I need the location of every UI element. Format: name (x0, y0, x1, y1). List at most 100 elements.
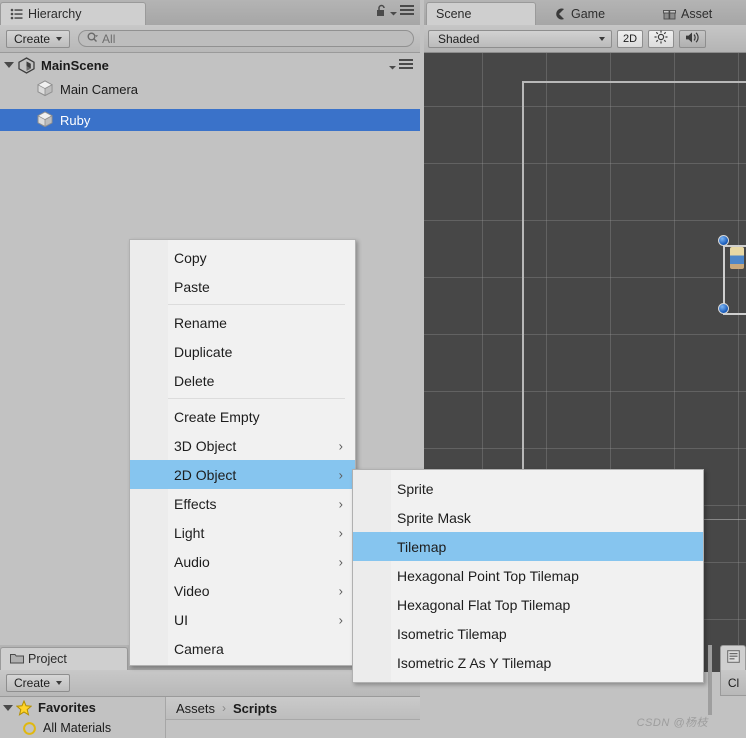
breadcrumb-scripts[interactable]: Scripts (233, 701, 277, 716)
menu-item-label: 2D Object (174, 467, 236, 483)
submenu-item-label: Tilemap (397, 539, 446, 555)
sun-icon (654, 30, 668, 47)
submenu-item-sprite-mask[interactable]: Sprite Mask (353, 503, 703, 532)
chevron-right-icon: › (339, 468, 343, 481)
menu-item-paste[interactable]: Paste (130, 272, 355, 301)
hierarchy-search-input[interactable]: All (78, 30, 414, 47)
scene-audio-toggle[interactable] (679, 30, 706, 48)
submenu-item-isometric-z-as-y-tilemap[interactable]: Isometric Z As Y Tilemap (353, 648, 703, 677)
inspector-icon (727, 650, 740, 666)
expand-triangle-icon[interactable] (3, 705, 13, 711)
menu-item-label: Effects (174, 496, 217, 512)
menu-item-3d-object[interactable]: 3D Object › (130, 431, 355, 460)
menu-item-duplicate[interactable]: Duplicate (130, 337, 355, 366)
scene-tabbar: Scene Game Asset (424, 0, 746, 26)
tab-game-label: Game (571, 7, 605, 21)
hierarchy-create-button[interactable]: Create (6, 30, 70, 48)
submenu-item-sprite[interactable]: Sprite (353, 474, 703, 503)
project-favorites-label: Favorites (38, 700, 96, 715)
right-dock-stub-label: Cl (728, 676, 739, 690)
tab-asset-store[interactable]: Asset (654, 2, 724, 25)
menu-item-ui[interactable]: UI › (130, 605, 355, 634)
right-dock-stub-label-wrap[interactable]: Cl (720, 670, 746, 696)
folder-icon (10, 653, 23, 665)
project-all-materials-row[interactable]: All Materials (0, 718, 165, 738)
hierarchy-scene-name: MainScene (41, 58, 109, 73)
draw-mode-dropdown[interactable]: Shaded (428, 30, 612, 48)
menu-item-rename[interactable]: Rename (130, 308, 355, 337)
menu-item-light[interactable]: Light › (130, 518, 355, 547)
menu-item-label: UI (174, 612, 188, 628)
chevron-down-icon[interactable] (390, 5, 397, 19)
hierarchy-context-menu[interactable]: Copy Paste Rename Duplicate Delete Creat… (129, 239, 356, 666)
selection-outline-horizontal-bottom (723, 313, 746, 315)
selection-handle-top[interactable] (718, 235, 729, 246)
submenu-item-hexagonal-point-top-tilemap[interactable]: Hexagonal Point Top Tilemap (353, 561, 703, 590)
hierarchy-item-main-camera[interactable]: Main Camera (0, 78, 420, 100)
hierarchy-item-label: Main Camera (60, 82, 138, 97)
selection-handle-bottom[interactable] (718, 303, 729, 314)
toggle-2d-button[interactable]: 2D (617, 30, 643, 48)
submenu-item-label: Sprite (397, 481, 434, 497)
menu-item-copy[interactable]: Copy (130, 243, 355, 272)
hierarchy-create-label: Create (14, 32, 50, 46)
tab-inspector-stub[interactable] (720, 645, 746, 670)
ruby-sprite-preview (730, 247, 744, 269)
asset-store-icon (663, 8, 676, 20)
lock-open-icon[interactable] (376, 4, 387, 20)
gameobject-cube-icon (36, 110, 54, 131)
draw-mode-label: Shaded (438, 32, 479, 46)
submenu-item-isometric-tilemap[interactable]: Isometric Tilemap (353, 619, 703, 648)
hierarchy-search-placeholder: All (102, 32, 115, 46)
menu-item-effects[interactable]: Effects › (130, 489, 355, 518)
submenu-item-label: Sprite Mask (397, 510, 471, 526)
unity-scene-icon (18, 57, 35, 74)
scene-root-controls (389, 59, 413, 73)
star-icon (16, 700, 32, 716)
menu-item-label: 3D Object (174, 438, 236, 454)
tab-scene[interactable]: Scene (426, 2, 536, 25)
hierarchy-item-ruby[interactable]: Ruby (0, 109, 420, 131)
submenu-item-label: Isometric Tilemap (397, 626, 507, 642)
right-dock-stub: Cl (714, 645, 746, 738)
menu-item-video[interactable]: Video › (130, 576, 355, 605)
menu-item-camera[interactable]: Camera (130, 634, 355, 663)
submenu-item-tilemap[interactable]: Tilemap (353, 532, 703, 561)
scene-lighting-toggle[interactable] (648, 30, 674, 48)
menu-item-label: Duplicate (174, 344, 232, 360)
hierarchy-toolbar: Create All (0, 25, 420, 53)
menu-item-label: Video (174, 583, 210, 599)
chevron-down-icon[interactable] (389, 59, 396, 73)
caret-down-icon (56, 681, 62, 685)
chevron-right-icon: › (339, 555, 343, 568)
project-create-label: Create (14, 676, 50, 690)
panel-divider[interactable] (708, 645, 712, 715)
menu-item-label: Light (174, 525, 204, 541)
tab-project[interactable]: Project (0, 647, 128, 670)
toggle-2d-label: 2D (623, 33, 637, 45)
menu-separator (168, 304, 345, 305)
expand-triangle-icon[interactable] (4, 62, 14, 68)
project-create-button[interactable]: Create (6, 674, 70, 692)
tab-project-label: Project (28, 652, 67, 666)
menu-item-create-empty[interactable]: Create Empty (130, 402, 355, 431)
tab-hierarchy[interactable]: Hierarchy (0, 2, 146, 25)
menu-item-label: Camera (174, 641, 224, 657)
breadcrumb-assets[interactable]: Assets (176, 701, 215, 716)
menu-item-2d-object[interactable]: 2D Object › (130, 460, 355, 489)
hierarchy-item-label: Ruby (60, 113, 90, 128)
2d-object-submenu[interactable]: Sprite Sprite Mask Tilemap Hexagonal Poi… (352, 469, 704, 683)
submenu-item-hexagonal-flat-top-tilemap[interactable]: Hexagonal Flat Top Tilemap (353, 590, 703, 619)
hamburger-menu-icon[interactable] (400, 5, 414, 19)
hierarchy-header-controls (376, 4, 414, 20)
hamburger-menu-icon[interactable] (399, 59, 413, 73)
project-content-area: Assets › Scripts (166, 697, 420, 738)
menu-item-delete[interactable]: Delete (130, 366, 355, 395)
project-favorites-row[interactable]: Favorites (0, 697, 165, 718)
project-body: Favorites All Materials Assets › Scripts (0, 697, 420, 738)
tab-game[interactable]: Game (544, 2, 617, 25)
menu-item-audio[interactable]: Audio › (130, 547, 355, 576)
hierarchy-scene-root[interactable]: MainScene (0, 54, 420, 76)
chevron-right-icon: › (339, 497, 343, 510)
menu-item-label: Copy (174, 250, 207, 266)
